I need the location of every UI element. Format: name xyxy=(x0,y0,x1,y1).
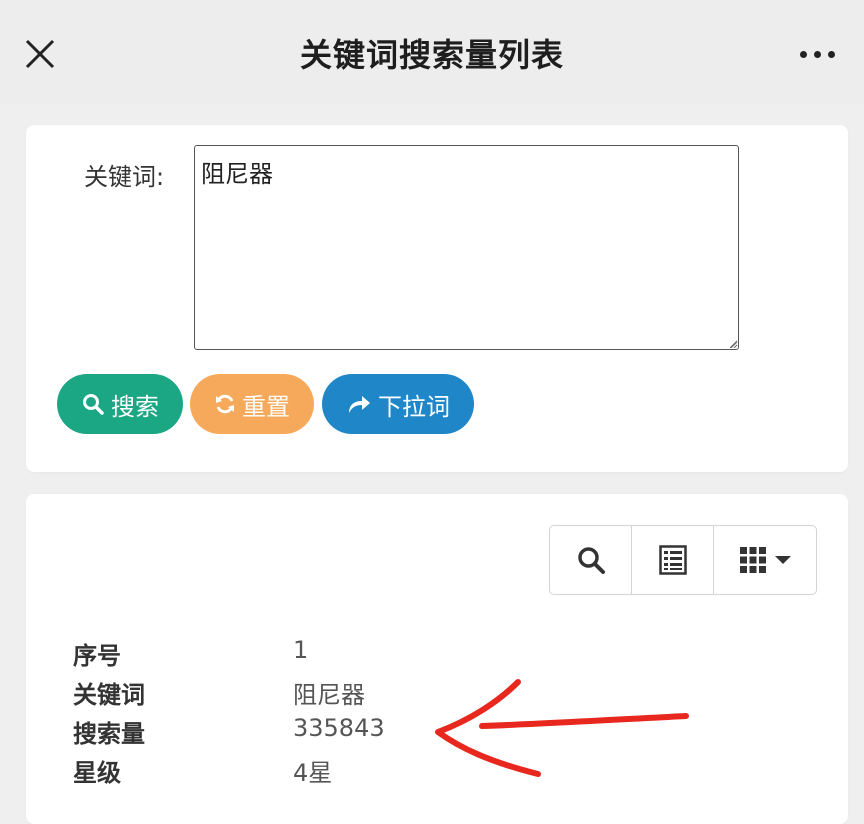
dropdown-words-button[interactable]: 下拉词 xyxy=(322,374,474,434)
more-dot xyxy=(827,50,835,58)
row-value: 335843 xyxy=(293,714,385,742)
row-label: 搜索量 xyxy=(73,720,145,748)
reset-button[interactable]: 重置 xyxy=(190,374,314,434)
search-form-card: 关键词: 阻尼器 搜索 重置 下拉词 xyxy=(26,125,848,472)
more-dot xyxy=(799,50,807,58)
page-title: 关键词搜索量列表 xyxy=(299,36,564,74)
row-label: 星级 xyxy=(73,759,121,787)
refresh-icon xyxy=(214,393,236,415)
row-label: 关键词 xyxy=(73,681,145,709)
keyword-label: 关键词: xyxy=(84,163,165,191)
reset-button-label: 重置 xyxy=(242,392,290,421)
more-dot xyxy=(813,50,821,58)
keyword-textarea[interactable]: 阻尼器 xyxy=(194,145,739,350)
dropdown-words-button-label: 下拉词 xyxy=(378,392,450,421)
search-icon xyxy=(81,392,105,416)
toolbar-search-button[interactable] xyxy=(550,526,631,594)
result-card: 序号 1 关键词 阻尼器 搜索量 335843 星级 4星 xyxy=(26,494,848,824)
search-icon xyxy=(577,547,605,574)
more-options-button[interactable] xyxy=(792,36,842,72)
toolbar-columns-dropdown[interactable] xyxy=(713,526,816,594)
search-button[interactable]: 搜索 xyxy=(57,374,183,434)
row-value: 1 xyxy=(293,636,309,664)
search-button-label: 搜索 xyxy=(111,392,159,421)
row-label: 序号 xyxy=(73,642,121,670)
grid-columns-icon xyxy=(740,547,766,573)
row-value: 阻尼器 xyxy=(293,681,365,709)
toolbar-list-view-button[interactable] xyxy=(631,526,713,594)
table-toolbar xyxy=(549,525,817,595)
row-value: 4星 xyxy=(293,759,333,787)
resize-grip-icon[interactable] xyxy=(731,342,737,348)
caret-down-icon xyxy=(775,556,791,564)
list-icon xyxy=(658,545,687,575)
title-bar: 关键词搜索量列表 xyxy=(0,0,864,104)
share-arrow-icon xyxy=(346,393,372,415)
